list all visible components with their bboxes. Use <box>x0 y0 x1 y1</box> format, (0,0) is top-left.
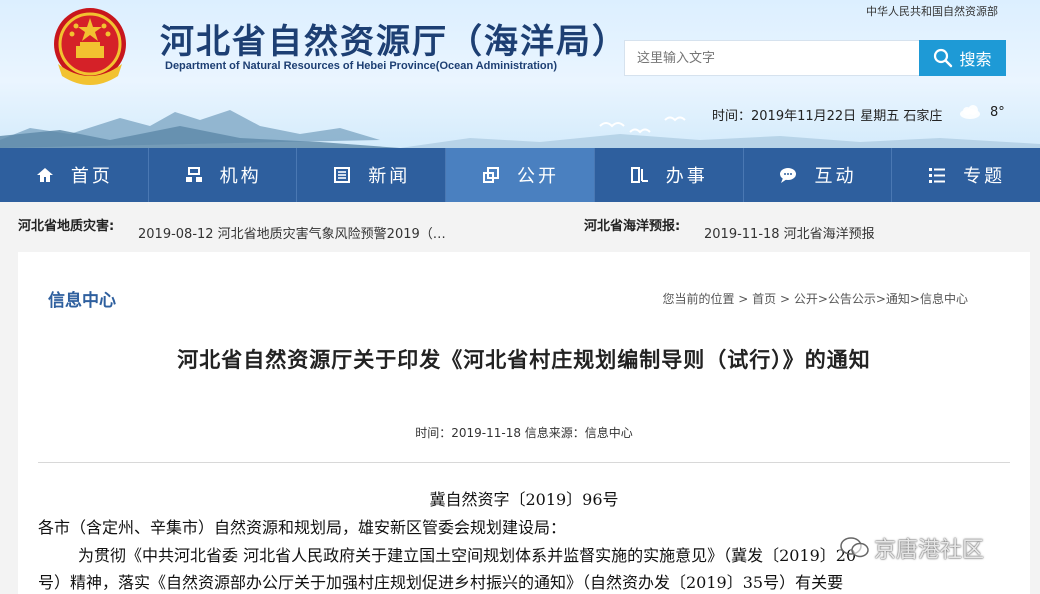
nav-item-label: 互动 <box>814 166 857 187</box>
ministry-link[interactable]: 中华人民共和国自然资源部 <box>866 3 998 19</box>
nav-item-org[interactable]: 机构 <box>149 148 298 202</box>
article-meta: 时间：2019-11-18 信息来源：信息中心 <box>415 426 633 440</box>
site-title: 河北省自然资源厅（海洋局） <box>160 22 628 62</box>
nav-item-label: 办事 <box>665 166 708 187</box>
document-number: 冀自然资字〔2019〕96号 <box>429 490 619 509</box>
national-emblem-logo <box>54 8 126 85</box>
news-ticker: 河北省地质灾害: 2019-08-12 河北省地质灾害气象风险预警2019（… … <box>0 202 1040 246</box>
nav-item-label: 专题 <box>963 166 1006 187</box>
ticker-link-ocean[interactable]: 2019-11-18 河北省海洋预报 <box>704 223 875 242</box>
nav-item-topics[interactable]: 专题 <box>892 148 1040 202</box>
list-icon <box>929 168 946 183</box>
ticker-link-geohazard[interactable]: 2019-08-12 河北省地质灾害气象风险预警2019（… <box>138 223 446 242</box>
nav-item-label: 公开 <box>517 166 560 187</box>
divider <box>38 462 1010 463</box>
chat-icon <box>780 168 797 183</box>
service-icon <box>630 167 648 183</box>
nav-item-label: 机构 <box>219 166 262 187</box>
nav-item-label: 新闻 <box>368 166 411 187</box>
nav-item-open[interactable]: 公开 <box>446 148 595 202</box>
temperature: 8° <box>990 105 1005 120</box>
current-datetime: 时间：2019年11月22日 星期五 石家庄 <box>712 109 943 124</box>
home-icon <box>36 168 53 182</box>
search-button-label: 搜索 <box>959 50 992 69</box>
nav-item-home[interactable]: 首页 <box>0 148 149 202</box>
nav-item-label: 首页 <box>70 166 113 187</box>
site-header: 河北省自然资源厅（海洋局） Department of Natural Reso… <box>0 0 1040 148</box>
document-addressee: 各市（含定州、辛集市）自然资源和规划局，雄安新区管委会规划建设局： <box>38 518 567 537</box>
article-title: 河北省自然资源厅关于印发《河北省村庄规划编制导则（试行）》的通知 <box>177 348 871 372</box>
site-title-english: Department of Natural Resources of Hebei… <box>165 60 558 72</box>
news-icon <box>334 167 351 183</box>
watermark-text: 京唐港社区 <box>874 538 985 563</box>
wechat-icon <box>840 537 869 558</box>
search-icon <box>934 48 953 68</box>
ticker-label-ocean: 河北省海洋预报: <box>584 219 681 234</box>
open-icon <box>483 167 500 183</box>
wechat-watermark: 京唐港社区 <box>840 532 984 564</box>
cloud-icon <box>960 105 980 119</box>
nav-item-service[interactable]: 办事 <box>595 148 744 202</box>
search-input[interactable] <box>624 40 920 76</box>
breadcrumb[interactable]: 您当前的位置 > 首页 > 公开>公告公示>通知>信息中心 <box>662 290 968 307</box>
nav-item-news[interactable]: 新闻 <box>297 148 447 202</box>
document-paragraph-line: 号）精神，落实《自然资源部办公厅关于加强村庄规划促进乡村振兴的通知》（自然资办发… <box>38 573 844 592</box>
nav-item-interact[interactable]: 互动 <box>744 148 893 202</box>
section-title: 信息中心 <box>48 291 116 311</box>
ticker-label-geohazard: 河北省地质灾害: <box>18 219 115 234</box>
search-button[interactable]: 搜索 <box>919 40 1006 76</box>
org-icon <box>185 167 202 182</box>
document-paragraph-line: 为贯彻《中共河北省委 河北省人民政府关于建立国土空间规划体系并监督实施的实施意见… <box>78 546 857 565</box>
main-nav: 首页 机构 新闻 公开 办事 互动 专题 <box>0 148 1040 202</box>
